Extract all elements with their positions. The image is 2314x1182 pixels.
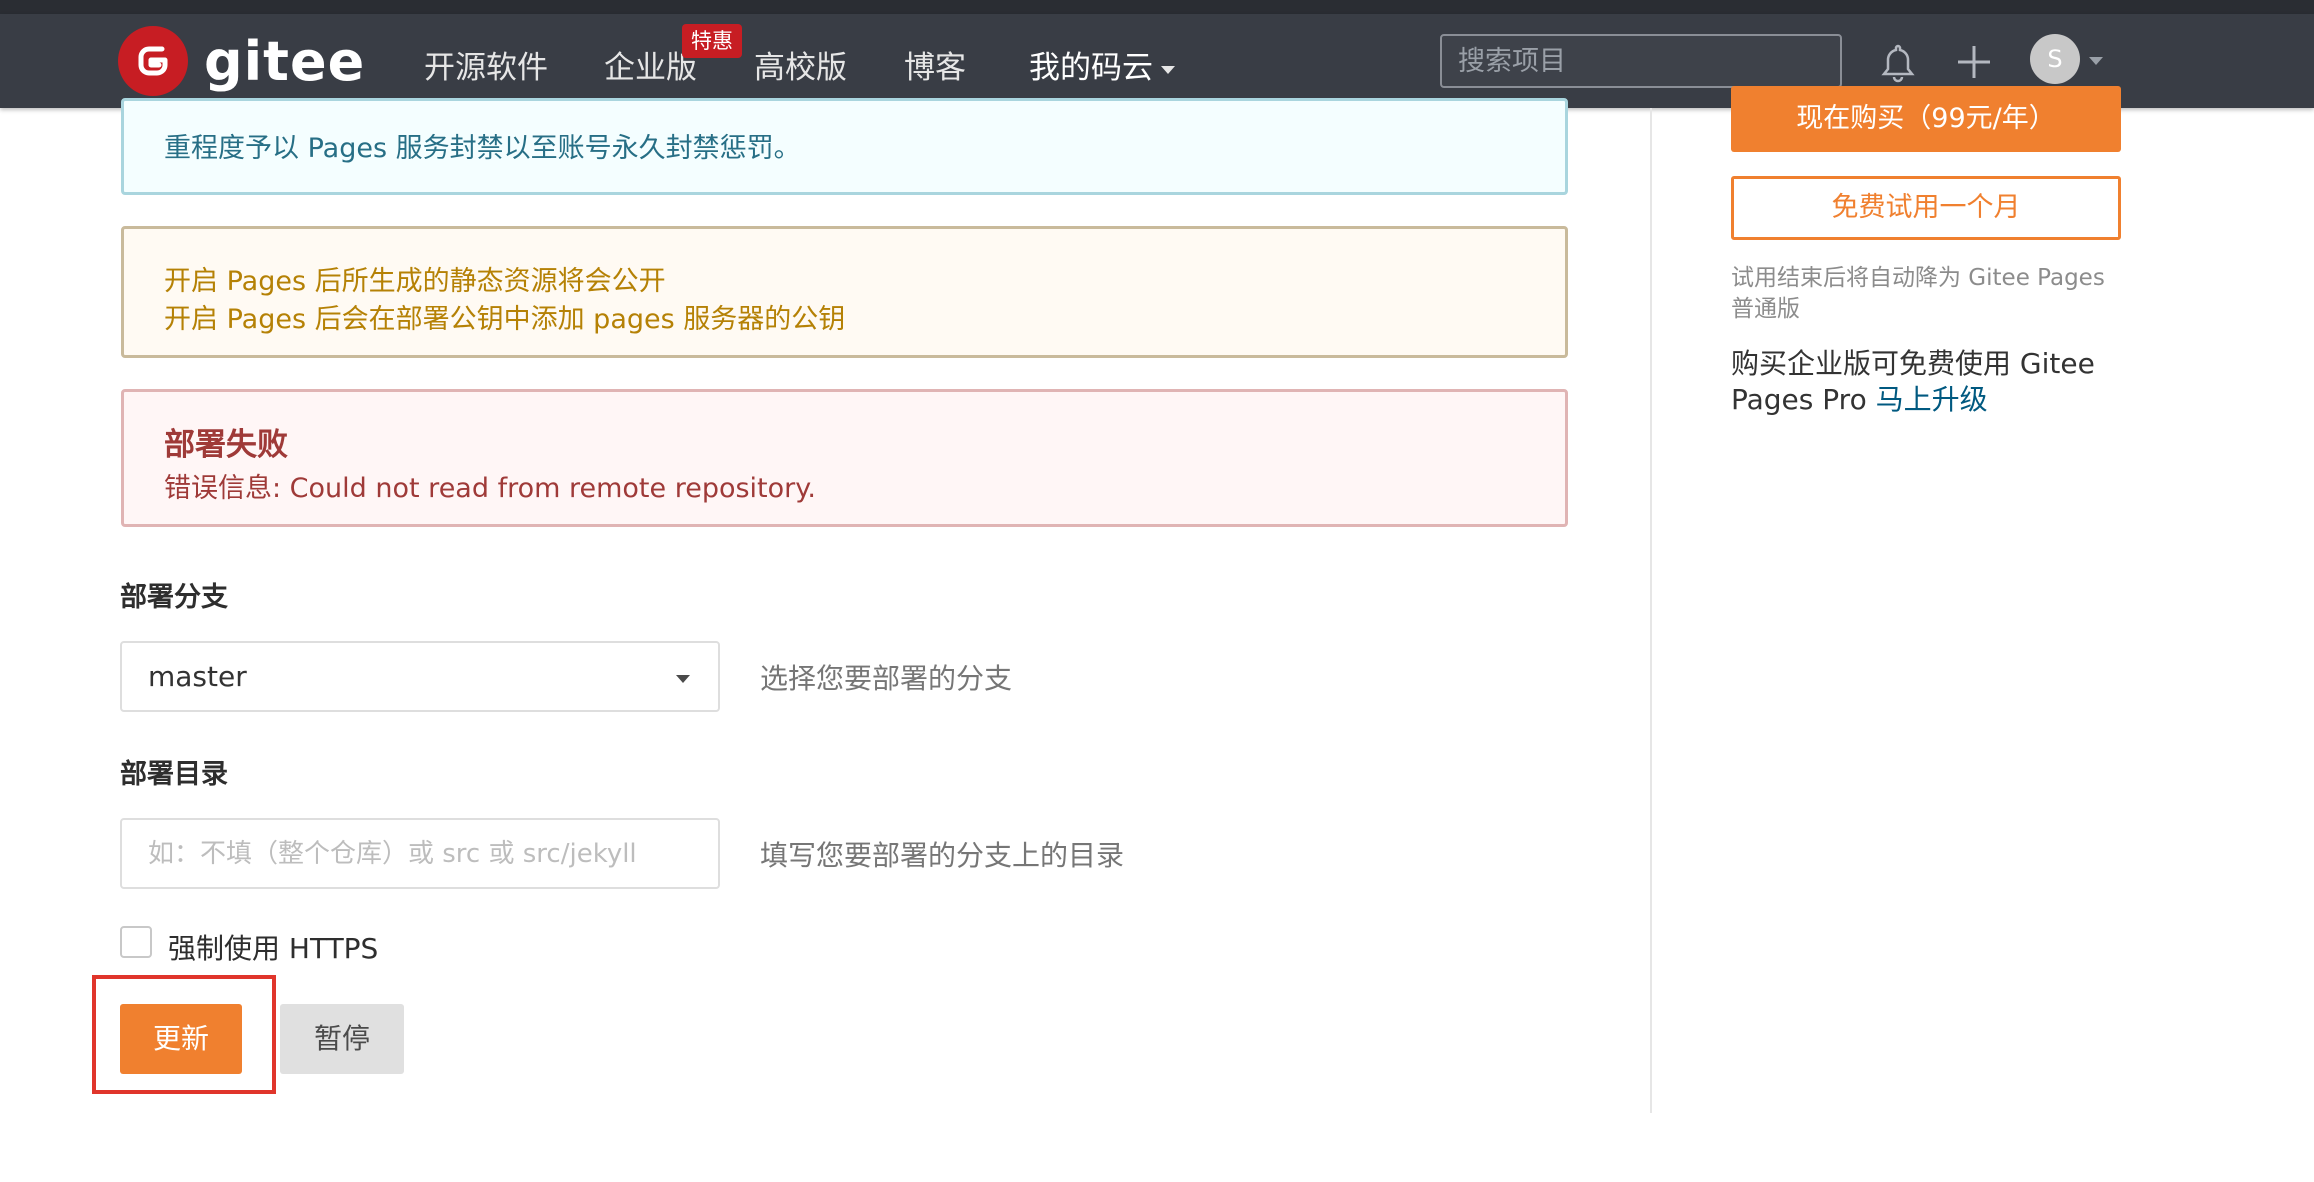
free-trial-button[interactable]: 免费试用一个月	[1731, 176, 2121, 240]
avatar-caret-icon[interactable]	[2089, 57, 2103, 65]
info-message: 重程度予以 Pages 服务封禁以至账号永久封禁惩罚。	[121, 98, 1568, 195]
column-divider	[1650, 108, 1652, 1113]
nav-open-source[interactable]: 开源软件	[424, 42, 548, 87]
user-avatar[interactable]: S	[2030, 34, 2080, 84]
upgrade-promo: 购买企业版可免费使用 Gitee Pages Pro 马上升级	[1731, 346, 2131, 418]
warning-message: 开启 Pages 后所生成的静态资源将会公开 开启 Pages 后会在部署公钥中…	[121, 226, 1568, 358]
buy-now-button[interactable]: 现在购买（99元/年）	[1731, 86, 2121, 152]
info-message-text: 重程度予以 Pages 服务封禁以至账号永久封禁惩罚。	[164, 133, 801, 164]
force-https-checkbox[interactable]	[120, 926, 152, 958]
warning-line-public-assets: 开启 Pages 后所生成的静态资源将会公开	[164, 266, 666, 297]
nav-my-gitee[interactable]: 我的码云	[1029, 42, 1175, 87]
branch-select-value: master	[148, 660, 247, 693]
nav-education[interactable]: 高校版	[754, 42, 847, 87]
directory-hint: 填写您要部署的分支上的目录	[760, 839, 1125, 872]
nav-my-gitee-label: 我的码云	[1029, 50, 1153, 86]
force-https-label[interactable]: 强制使用 HTTPS	[168, 927, 378, 967]
nav-blog[interactable]: 博客	[904, 42, 966, 87]
warning-line-deploy-key: 开启 Pages 后会在部署公钥中添加 pages 服务器的公钥	[164, 304, 846, 335]
directory-input[interactable]	[120, 818, 720, 889]
directory-label: 部署目录	[120, 759, 228, 790]
deploy-error-title: 部署失败	[164, 427, 288, 463]
dropdown-caret-icon	[676, 675, 690, 683]
promo-badge: 特惠	[682, 24, 742, 58]
deploy-error-detail: 错误信息: Could not read from remote reposit…	[164, 473, 816, 504]
deploy-error-message: 部署失败 错误信息: Could not read from remote re…	[121, 389, 1568, 527]
window-top-strip	[0, 0, 2314, 14]
gitee-logo[interactable]: gitee	[118, 26, 365, 96]
gitee-wordmark: gitee	[204, 29, 366, 93]
upgrade-link[interactable]: 马上升级	[1876, 383, 1988, 416]
search-input[interactable]	[1440, 34, 1842, 88]
pause-button[interactable]: 暂停	[280, 1004, 404, 1074]
caret-down-icon	[1161, 65, 1175, 74]
branch-label: 部署分支	[120, 582, 228, 613]
branch-hint: 选择您要部署的分支	[760, 662, 1013, 695]
plus-icon[interactable]	[1952, 40, 1996, 84]
trial-note: 试用结束后将自动降为 Gitee Pages 普通版	[1731, 265, 2105, 322]
branch-select[interactable]: master	[120, 641, 720, 712]
bell-icon[interactable]	[1876, 40, 1920, 84]
gitee-logo-icon	[118, 26, 188, 96]
update-button[interactable]: 更新	[120, 1004, 242, 1074]
